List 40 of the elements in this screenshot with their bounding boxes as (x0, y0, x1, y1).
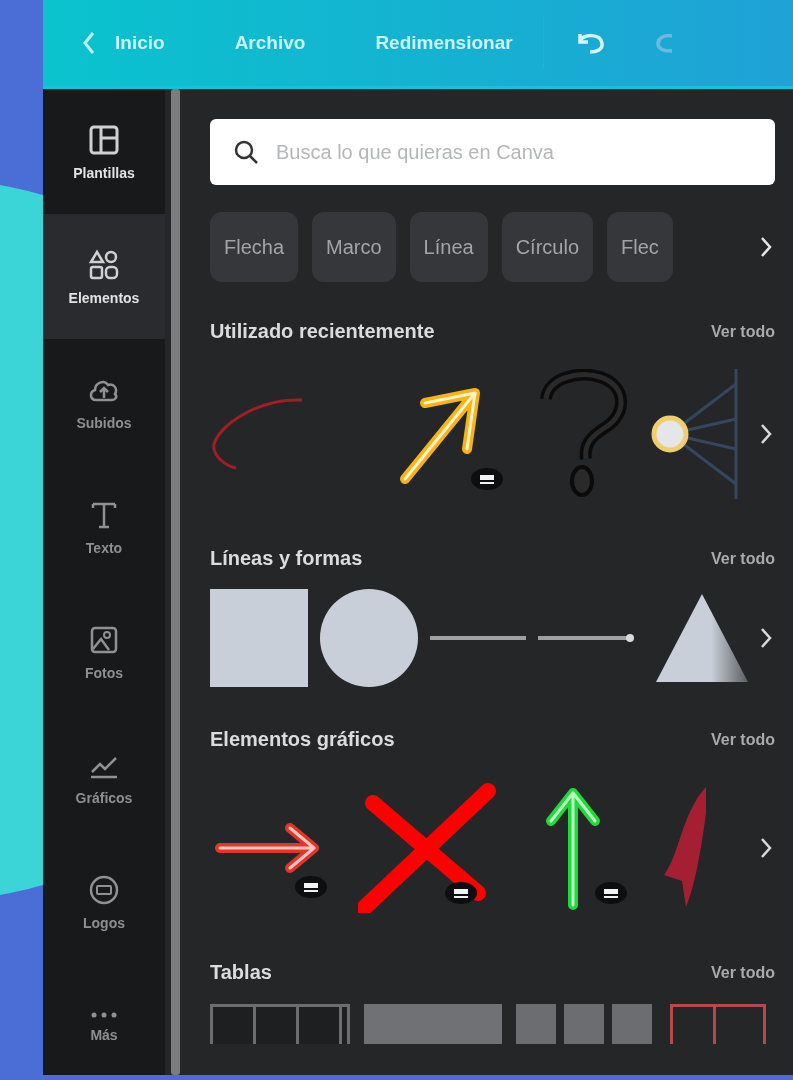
search-icon (232, 138, 260, 166)
section-title: Líneas y formas (210, 547, 363, 570)
chip[interactable]: Flecha (210, 212, 299, 282)
chip[interactable]: Círculo (501, 212, 594, 282)
sidebar-item[interactable]: Logos (43, 839, 165, 964)
triangle-shape[interactable] (654, 592, 750, 684)
chip[interactable]: Línea (409, 212, 488, 282)
back-chevron-icon (81, 30, 97, 56)
arrow-line-shape[interactable] (538, 632, 636, 644)
crown-badge-icon (594, 881, 628, 905)
see-all-link[interactable]: Ver todo (711, 322, 775, 341)
arrow-graphic[interactable] (545, 785, 601, 911)
sidebar-item[interactable]: Texto (43, 464, 165, 589)
chip[interactable]: Marco (312, 212, 396, 282)
crown-badge-icon (294, 875, 328, 899)
sidebar-item[interactable]: Fotos (43, 589, 165, 714)
see-all-link[interactable]: Ver todo (711, 730, 775, 749)
sidebar-item[interactable]: Subidos (43, 339, 165, 464)
more-icon (90, 1010, 118, 1019)
sidebar-item[interactable]: Elementos (43, 214, 165, 339)
sidebar-icon (87, 247, 121, 282)
search-field[interactable]: Busca lo que quieras en Canva (274, 139, 753, 165)
sidebar-item[interactable]: Gráficos (43, 714, 165, 839)
crown-badge-icon (470, 467, 504, 491)
see-all-link[interactable]: Ver todo (711, 549, 775, 568)
chevron-right-icon[interactable] (759, 626, 773, 650)
cross-graphic[interactable] (358, 783, 498, 913)
chevron-right-icon[interactable] (759, 422, 773, 446)
section-title: Elementos gráficos (210, 728, 395, 751)
search-bar[interactable]: Busca lo que quieras en Canva (210, 119, 775, 185)
sidebar-item[interactable]: Plantillas (43, 89, 165, 214)
see-all-link[interactable]: Ver todo (711, 963, 775, 982)
section-title: Utilizado recientemente (210, 320, 435, 343)
chip[interactable]: Flec (607, 212, 673, 282)
chevron-right-icon[interactable] (759, 836, 773, 860)
scrollbar[interactable] (171, 89, 180, 1075)
sidebar-item[interactable]: Más (43, 964, 165, 1075)
chevron-right-icon[interactable] (759, 235, 773, 259)
section-title: Tablas (210, 961, 272, 984)
crown-badge-icon (444, 881, 478, 905)
